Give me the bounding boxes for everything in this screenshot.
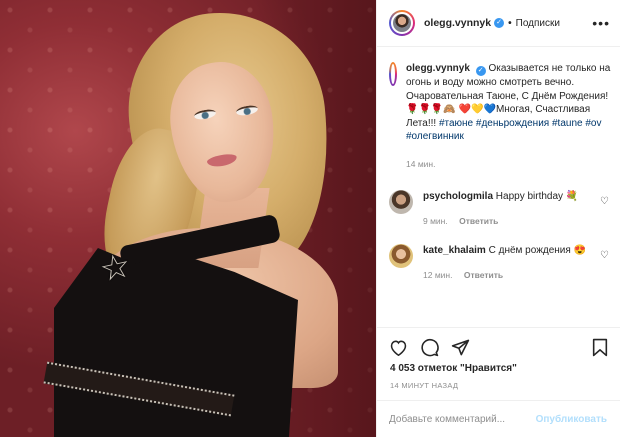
post-caption: olegg.vynnyk ✓ Оказывается не только на … [377, 48, 620, 172]
share-icon[interactable] [449, 337, 471, 359]
reply-button[interactable]: Ответить [459, 216, 498, 226]
post-actions [377, 327, 620, 367]
comment-heart-icon[interactable]: ♡ [600, 250, 609, 261]
comment-username[interactable]: psychologmila [423, 191, 493, 202]
author-avatar[interactable] [389, 10, 415, 36]
caption-hashtags[interactable]: #таюне #деньрождения #taune #ov #олегвин… [406, 118, 601, 143]
author-username[interactable]: olegg.vynnyk [424, 17, 491, 29]
likes-count[interactable]: 4 053 отметок "Нравится" [390, 363, 517, 374]
heart-icon[interactable] [387, 337, 409, 359]
comment-meta: 9 мин. Ответить [423, 214, 593, 228]
instagram-post: ☆ olegg.vynnyk ✓ • Подписки ••• olegg.vy… [0, 0, 620, 437]
comment-body: kate_khalaim С днём рождения 😍 12 мин. О… [423, 244, 593, 282]
comment-heart-icon[interactable]: ♡ [600, 196, 609, 207]
follow-status-button[interactable]: Подписки [516, 18, 560, 29]
reply-button[interactable]: Ответить [464, 270, 503, 280]
bookmark-icon[interactable] [589, 337, 611, 359]
post-photo[interactable]: ☆ [0, 0, 376, 437]
comment-body: psychologmila Happy birthday 💐 9 мин. От… [423, 190, 593, 228]
caption-time: 14 мин. [406, 158, 436, 169]
publish-button[interactable]: Опубликовать [536, 414, 607, 425]
post-timestamp: 14 МИНУТ НАЗАД [390, 381, 459, 390]
caption-text: olegg.vynnyk ✓ Оказывается не только на … [406, 62, 611, 172]
caption-username[interactable]: olegg.vynnyk [406, 63, 470, 74]
comment-time: 9 мин. [423, 215, 448, 226]
comments-section[interactable]: olegg.vynnyk ✓ Оказывается не только на … [377, 48, 620, 326]
add-comment-bar: Опубликовать [377, 400, 620, 437]
verified-icon: ✓ [494, 18, 505, 28]
comment-text: С днём рождения 😍 [488, 244, 587, 256]
comment-input[interactable] [389, 413, 536, 425]
post-side-panel: olegg.vynnyk ✓ • Подписки ••• olegg.vynn… [376, 0, 620, 437]
verified-icon: ✓ [475, 66, 486, 76]
comment-item: kate_khalaim С днём рождения 😍 12 мин. О… [377, 243, 620, 282]
comment-username[interactable]: kate_khalaim [423, 245, 486, 256]
header-separator: • [508, 17, 512, 29]
comment-time: 12 мин. [423, 269, 453, 280]
comment-text: Happy birthday 💐 [495, 190, 579, 202]
avatar-image [391, 12, 413, 34]
avatar-image [391, 64, 395, 84]
more-icon[interactable]: ••• [592, 15, 610, 31]
comment-item: psychologmila Happy birthday 💐 9 мин. От… [377, 189, 620, 228]
caption-author-avatar[interactable] [389, 62, 397, 86]
comment-meta: 12 мин. Ответить [423, 268, 593, 282]
commenter-avatar[interactable] [389, 243, 413, 268]
post-header: olegg.vynnyk ✓ • Подписки ••• [377, 0, 620, 47]
comment-icon[interactable] [418, 337, 440, 359]
commenter-avatar[interactable] [389, 189, 413, 214]
